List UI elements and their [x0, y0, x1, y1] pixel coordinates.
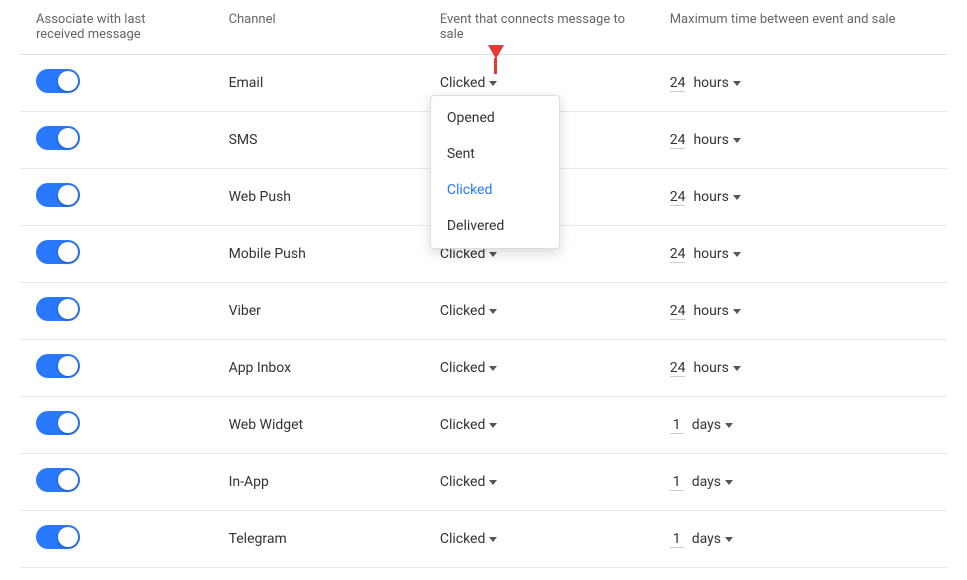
time-value-email: 24 — [670, 75, 686, 92]
toggle-in-app[interactable] — [36, 468, 80, 492]
channel-label-email: Email — [213, 55, 424, 112]
table-row: In-App Clicked 1 days — [20, 454, 947, 511]
channel-label-mobile-push: Mobile Push — [213, 226, 424, 283]
event-select-in-app[interactable]: Clicked — [440, 474, 498, 490]
chevron-down-icon — [489, 252, 497, 257]
time-unit-text-email: hours — [693, 75, 728, 91]
channel-label-app-inbox: App Inbox — [213, 340, 424, 397]
time-wrapper-mobile-push: 24 hours — [670, 246, 741, 263]
chevron-down-icon — [733, 366, 741, 371]
time-unit-text-mobile-push: hours — [693, 246, 728, 262]
time-value-telegram: 1 — [670, 531, 684, 548]
time-unit-select-app-inbox[interactable]: hours — [693, 360, 740, 376]
col-header-associate: Associate with last received message — [20, 0, 213, 55]
dropdown-item-clicked[interactable]: Clicked — [431, 172, 559, 208]
dropdown-item-delivered[interactable]: Delivered — [431, 208, 559, 244]
time-value-web-push: 24 — [670, 189, 686, 206]
time-unit-text-in-app: days — [692, 474, 721, 490]
time-unit-select-in-app[interactable]: days — [692, 474, 733, 490]
time-unit-text-web-push: hours — [693, 189, 728, 205]
event-select-telegram[interactable]: Clicked — [440, 531, 498, 547]
time-unit-text-app-inbox: hours — [693, 360, 728, 376]
toggle-email[interactable] — [36, 69, 80, 93]
event-select-app-inbox[interactable]: Clicked — [440, 360, 498, 376]
event-dropdown-email: Opened Sent Clicked Delivered — [430, 95, 560, 249]
chevron-down-icon — [733, 195, 741, 200]
toggle-web-widget[interactable] — [36, 411, 80, 435]
toggle-telegram[interactable] — [36, 525, 80, 549]
time-wrapper-in-app: 1 days — [670, 474, 733, 491]
time-wrapper-web-push: 24 hours — [670, 189, 741, 206]
dropdown-item-opened[interactable]: Opened — [431, 100, 559, 136]
time-value-viber: 24 — [670, 303, 686, 320]
event-select-text-in-app: Clicked — [440, 474, 486, 490]
event-select-text-email: Clicked — [440, 75, 486, 91]
table-row: Email Clicked Opened Sent Clicked Delive… — [20, 55, 947, 112]
event-select-text-web-widget: Clicked — [440, 417, 486, 433]
dropdown-item-sent[interactable]: Sent — [431, 136, 559, 172]
channel-label-in-app: In-App — [213, 454, 424, 511]
chevron-down-icon — [489, 423, 497, 428]
toggle-mobile-push[interactable] — [36, 240, 80, 264]
channel-label-telegram: Telegram — [213, 511, 424, 568]
table-row: App Inbox Clicked 24 hours — [20, 340, 947, 397]
chevron-down-icon — [489, 537, 497, 542]
chevron-down-icon — [733, 138, 741, 143]
time-unit-select-sms[interactable]: hours — [693, 132, 740, 148]
time-unit-select-web-push[interactable]: hours — [693, 189, 740, 205]
time-wrapper-email: 24 hours — [670, 75, 741, 92]
table-row: Viber Clicked 24 hours — [20, 283, 947, 340]
time-unit-select-viber[interactable]: hours — [693, 303, 740, 319]
event-select-web-widget[interactable]: Clicked — [440, 417, 498, 433]
chevron-down-icon — [489, 309, 497, 314]
col-header-time: Maximum time between event and sale — [654, 0, 947, 55]
event-select-email[interactable]: Clicked Opened Sent Clicked Delivered — [440, 75, 498, 91]
chevron-down-icon — [725, 480, 733, 485]
event-select-text-telegram: Clicked — [440, 531, 486, 547]
channel-label-web-widget: Web Widget — [213, 397, 424, 454]
chevron-down-icon — [489, 81, 497, 86]
time-value-mobile-push: 24 — [670, 246, 686, 263]
table-row: Web Widget Clicked 1 days — [20, 397, 947, 454]
chevron-down-icon — [489, 480, 497, 485]
chevron-down-icon — [725, 423, 733, 428]
time-value-in-app: 1 — [670, 474, 684, 491]
col-header-channel: Channel — [213, 0, 424, 55]
event-select-text-viber: Clicked — [440, 303, 486, 319]
time-unit-select-telegram[interactable]: days — [692, 531, 733, 547]
time-value-web-widget: 1 — [670, 417, 684, 434]
time-wrapper-viber: 24 hours — [670, 303, 741, 320]
event-select-text-app-inbox: Clicked — [440, 360, 486, 376]
time-value-sms: 24 — [670, 132, 686, 149]
time-wrapper-web-widget: 1 days — [670, 417, 733, 434]
time-unit-select-email[interactable]: hours — [693, 75, 740, 91]
toggle-sms[interactable] — [36, 126, 80, 150]
time-value-app-inbox: 24 — [670, 360, 686, 377]
time-unit-text-telegram: days — [692, 531, 721, 547]
chevron-down-icon — [733, 81, 741, 86]
time-unit-select-mobile-push[interactable]: hours — [693, 246, 740, 262]
time-wrapper-app-inbox: 24 hours — [670, 360, 741, 377]
chevron-down-icon — [733, 309, 741, 314]
time-unit-text-viber: hours — [693, 303, 728, 319]
channel-label-web-push: Web Push — [213, 169, 424, 226]
chevron-down-icon — [725, 537, 733, 542]
time-wrapper-telegram: 1 days — [670, 531, 733, 548]
channel-label-sms: SMS — [213, 112, 424, 169]
channel-label-viber: Viber — [213, 283, 424, 340]
time-wrapper-sms: 24 hours — [670, 132, 741, 149]
toggle-web-push[interactable] — [36, 183, 80, 207]
col-header-event: Event that connects message to sale — [424, 0, 654, 55]
time-unit-text-web-widget: days — [692, 417, 721, 433]
chevron-down-icon — [489, 366, 497, 371]
chevron-down-icon — [733, 252, 741, 257]
event-select-viber[interactable]: Clicked — [440, 303, 498, 319]
table-row: Telegram Clicked 1 days — [20, 511, 947, 568]
time-unit-select-web-widget[interactable]: days — [692, 417, 733, 433]
time-unit-text-sms: hours — [693, 132, 728, 148]
toggle-viber[interactable] — [36, 297, 80, 321]
toggle-app-inbox[interactable] — [36, 354, 80, 378]
